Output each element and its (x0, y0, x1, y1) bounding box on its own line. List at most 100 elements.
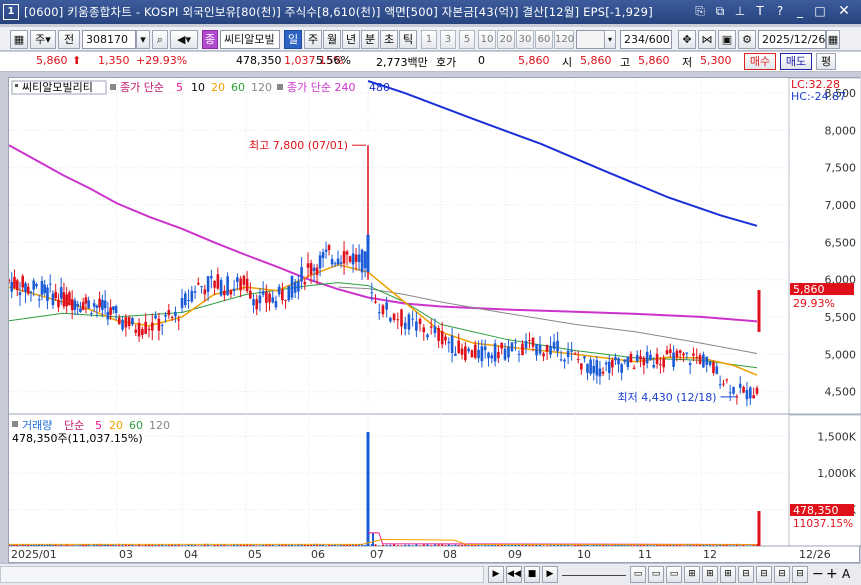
legend-ma60: 60 (231, 81, 245, 94)
current-pct-tag-text: 29.93% (793, 297, 835, 310)
zoom-slider[interactable] (562, 566, 626, 576)
period-day[interactable]: 일 (284, 30, 302, 49)
volume-value: 478,350 (236, 54, 282, 67)
layout-icon[interactable]: ▦ (10, 30, 28, 49)
volume-bar (134, 545, 137, 546)
period-week[interactable]: 주 (304, 30, 322, 49)
sell-button[interactable]: 매도 (780, 53, 812, 70)
candle-body (255, 299, 259, 310)
volume-bar (546, 545, 549, 546)
volume-bar (249, 544, 252, 546)
candle-body (552, 341, 556, 349)
buy-button[interactable]: 매수 (744, 53, 776, 70)
interval-30[interactable]: 30 (516, 30, 534, 49)
stop-icon[interactable]: ■ (524, 566, 540, 583)
evaluate-button[interactable]: 평 (816, 53, 836, 70)
candle-body (507, 346, 510, 358)
code-dropdown-icon[interactable]: ▾ (136, 30, 150, 49)
close-icon[interactable]: ✕ (833, 3, 855, 19)
candle-body (101, 300, 104, 310)
interval-1[interactable]: 1 (421, 30, 437, 49)
calendar-icon[interactable]: ▦ (826, 30, 840, 49)
chart-svg[interactable]: 4,5005,0005,5006,0006,5007,0007,5008,000… (7, 77, 861, 564)
period-minute[interactable]: 분 (361, 30, 379, 49)
text-icon[interactable]: T (753, 3, 767, 19)
volume-bar (265, 544, 268, 546)
period-month[interactable]: 월 (323, 30, 341, 49)
maximize-icon[interactable]: □ (813, 3, 827, 19)
tab-all[interactable]: 전 (58, 30, 80, 49)
legend-ma20: 20 (211, 81, 225, 94)
settings-icon[interactable]: ⚙ (738, 30, 756, 49)
speaker-icon[interactable]: ◀▾ (170, 30, 198, 49)
pin-icon[interactable]: ⊥ (733, 3, 747, 19)
candle-body (73, 300, 77, 310)
volume-bar (652, 545, 655, 546)
save-icon[interactable]: ▣ (718, 30, 736, 49)
period-tick[interactable]: 틱 (399, 30, 417, 49)
candle-body (193, 291, 197, 293)
tool-c-icon[interactable]: ⊞ (720, 566, 736, 583)
font-size-icon[interactable]: A (842, 566, 856, 583)
last-volume-bar (757, 511, 761, 546)
zoom-in-icon[interactable]: ▭ (666, 566, 682, 583)
scroll-track[interactable] (0, 566, 484, 583)
compare-chart-icon[interactable]: ⋈ (698, 30, 716, 49)
candle-body (150, 322, 154, 331)
tool-a-icon[interactable]: ⊞ (684, 566, 700, 583)
date-tick-label: 12 (703, 548, 717, 561)
window-number-icon[interactable]: 1 (3, 4, 19, 20)
interval-60[interactable]: 60 (535, 30, 553, 49)
tile-icon[interactable]: ⧉ (713, 3, 727, 19)
help-icon[interactable]: ? (773, 3, 787, 19)
link-icon[interactable]: ⎘ (693, 3, 707, 19)
chart-scrollbar: ▶ ◀◀ ■ ▶ ▭ ▭ ▭ ⊞ ⊞ ⊞ ⊟ ⊟ ⊟ ⊟ − + A (0, 563, 861, 585)
play-icon[interactable]: ▶ (542, 566, 558, 583)
chart-area[interactable]: 4,500 5,000 5,500 6,000 6,500 7,000 7,500 8,000… (7, 77, 861, 564)
tool-f-icon[interactable]: ⊟ (774, 566, 790, 583)
period-year[interactable]: 년 (342, 30, 360, 49)
scroll-right-icon[interactable]: ▶ (488, 566, 504, 583)
date-tick-label: 06 (311, 548, 325, 561)
interval-dropdown-icon[interactable]: ▾ (604, 30, 616, 49)
candle-body (59, 287, 63, 299)
date-tick-label: 05 (248, 548, 262, 561)
volume-bar (210, 545, 213, 546)
search-icon[interactable]: ⌕ (152, 30, 168, 49)
market-select[interactable]: 주▾ (30, 30, 56, 49)
tool-d-icon[interactable]: ⊟ (738, 566, 754, 583)
tool-e-icon[interactable]: ⊟ (756, 566, 772, 583)
interval-10[interactable]: 10 (478, 30, 496, 49)
scroll-first-icon[interactable]: ◀◀ (506, 566, 522, 583)
volume-bar (310, 544, 313, 546)
candle-body (37, 299, 41, 301)
plus-icon[interactable]: + (826, 566, 840, 583)
tool-b-icon[interactable]: ⊞ (702, 566, 718, 583)
candle-body (493, 343, 497, 362)
zoom-fit-icon[interactable]: ▭ (648, 566, 664, 583)
tool-g-icon[interactable]: ⊟ (792, 566, 808, 583)
zoom-out-icon[interactable]: ▭ (630, 566, 646, 583)
interval-120[interactable]: 120 (554, 30, 574, 49)
bar-count-field[interactable]: 234/600 (620, 30, 672, 49)
volume-bar (617, 545, 620, 546)
minimize-icon[interactable]: _ (793, 3, 807, 19)
minus-icon[interactable]: − (812, 566, 826, 583)
interval-20[interactable]: 20 (497, 30, 515, 49)
volume-bar (154, 545, 157, 546)
crosshair-icon[interactable]: ✥ (678, 30, 696, 49)
interval-3[interactable]: 3 (440, 30, 456, 49)
up-arrow-icon: ⬆ (72, 54, 82, 67)
candle-body (249, 290, 252, 299)
date-field[interactable]: 2025/12/26 (758, 30, 826, 49)
candle-body (180, 297, 184, 308)
candle-body (570, 350, 573, 352)
volume-bar (184, 545, 187, 546)
interval-5[interactable]: 5 (459, 30, 475, 49)
stock-code-input[interactable]: 308170 (82, 30, 136, 49)
period-second[interactable]: 초 (380, 30, 398, 49)
candle-body (396, 319, 400, 321)
candle-body (144, 321, 147, 334)
volume-bar (262, 544, 265, 546)
change-amount: 1,350 (98, 54, 130, 67)
